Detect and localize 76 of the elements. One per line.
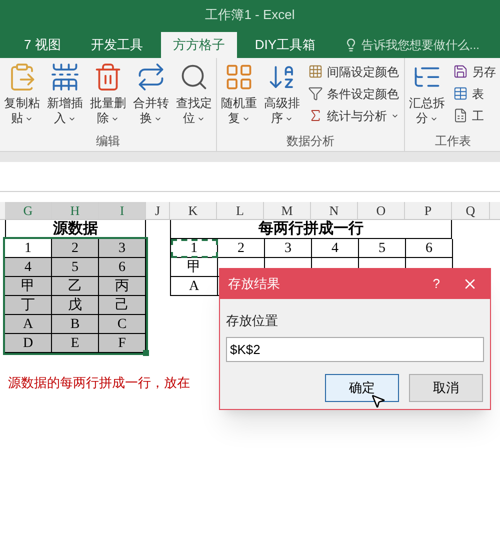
column-header[interactable]: L [217,202,264,219]
table-icon [453,86,468,101]
ribbon-button[interactable]: 查找定 位 [173,58,215,132]
mouse-pointer-icon [370,393,386,409]
input-field[interactable]: $K$2 [226,337,484,362]
table-cell: 丙 [99,277,146,296]
ribbon-button[interactable]: 随机重 复 [218,58,260,132]
ribbon-button[interactable]: 新增插 入 [44,58,86,132]
group-label: 编辑 [95,133,121,150]
table-cell: 戊 [52,296,99,315]
column-header[interactable]: I [99,202,146,219]
table-cell: A [5,315,52,334]
window-title: 工作簿1 - Excel [205,6,295,24]
table-cell: 乙 [52,277,99,296]
table-cell: B [52,315,99,334]
table-cell: A [171,277,218,296]
help-button[interactable]: ? [432,274,440,294]
note-text: 源数据的每两行拼成一行，放在 [8,374,190,392]
column-header[interactable]: O [358,202,405,219]
table-cell: 6 [406,239,453,258]
table-cell: C [99,315,146,334]
column-header[interactable]: J [146,202,170,219]
table-cell: 3 [265,239,312,258]
table-title: 每两行拼成一行 [258,219,364,239]
ribbon-button[interactable]: 条件设定颜色 [308,84,399,103]
column-header[interactable]: K [170,202,217,219]
ribbon-tab[interactable]: 7 视图 [12,32,73,58]
ribbon-button[interactable]: 批量删 除 [87,58,129,132]
table-cell: 甲 [171,258,218,277]
column-header[interactable]: M [264,202,311,219]
dialog-button[interactable]: 确定 [325,374,399,402]
table-cell: 5 [52,258,99,277]
column-header[interactable]: N [311,202,358,219]
table-cell: 2 [52,239,99,258]
group-label: 数据分析 [286,133,336,150]
table-cell: 4 [5,258,52,277]
table-cell: 4 [312,239,359,258]
ribbon-button[interactable]: 合并转 换 [130,58,172,132]
ribbon-button[interactable]: 表 [453,84,496,103]
column-header[interactable]: P [405,202,452,219]
delete-icon [93,62,123,92]
column-header[interactable]: Q [452,202,490,219]
ribbon-button[interactable]: 统计与分析 [308,106,399,125]
table-cell: E [52,334,99,353]
table-cell: 丁 [5,296,52,315]
ribbon-button[interactable]: 间隔设定颜色 [308,62,399,81]
fill-handle[interactable] [143,350,149,356]
ribbon-tab[interactable]: 开发工具 [78,32,155,58]
find-icon [179,62,209,92]
ribbon-button[interactable]: 另存 [453,62,496,81]
table-cell: 2 [218,239,265,258]
dialog-button[interactable]: 取消 [409,374,483,402]
ribbon-button[interactable]: 复制粘 贴 [1,58,43,132]
table-cell: F [99,334,146,353]
tell-me-field[interactable]: 告诉我您想要做什么... [344,32,480,58]
table-cell: 1 [171,239,218,258]
column-header[interactable]: H [52,202,99,219]
ribbon-button[interactable]: 汇总拆 分 [406,58,448,132]
field-label: 存放位置 [226,313,278,328]
table-cell: 1 [5,239,52,258]
table-cell: 3 [99,239,146,258]
ribbon-tab[interactable]: 方方格子 [160,32,237,58]
ribbon-tab[interactable]: DIY工具箱 [242,32,328,58]
table-cell: 甲 [5,277,52,296]
save-icon [453,64,468,79]
grid-icon [308,64,323,79]
ribbon-button[interactable]: 工 [453,106,496,125]
table-cell: 5 [359,239,406,258]
dialog-title: 存放结果 [228,275,280,294]
table-cell: D [5,334,52,353]
table-cell: 6 [99,258,146,277]
group-label: 工作表 [434,133,472,150]
table-cell: 己 [99,296,146,315]
ribbon-button[interactable]: 高级排 序 [261,58,303,132]
table-title: 源数据 [53,220,98,239]
column-header[interactable]: G [5,202,52,219]
